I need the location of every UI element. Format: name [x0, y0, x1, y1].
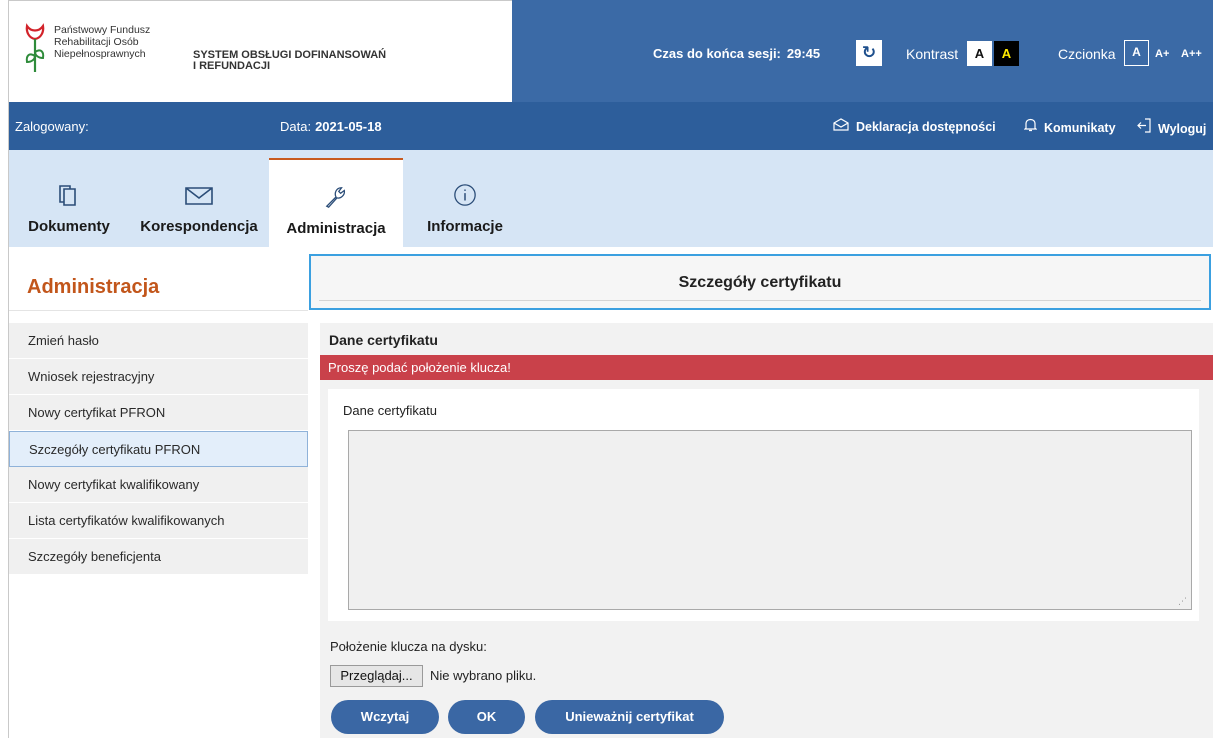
- sidebar-item-pfron-certificate-details[interactable]: Szczegóły certyfikatu PFRON: [9, 431, 308, 467]
- resize-grip-icon[interactable]: ⋰: [1178, 596, 1187, 607]
- refresh-icon: ↻: [861, 43, 877, 62]
- envelope-icon: [185, 187, 213, 205]
- sidebar-divider: [9, 310, 308, 311]
- bell-icon: [1024, 118, 1037, 132]
- page-title: Szczegóły certyfikatu: [678, 274, 842, 291]
- font-size-label: Czcionka: [1058, 46, 1116, 62]
- certificate-data-label: Dane certyfikatu: [343, 403, 437, 418]
- contrast-label: Kontrast: [906, 46, 959, 62]
- logout-link[interactable]: Wyloguj: [1137, 118, 1206, 136]
- current-date: Data: 2021-05-18: [280, 119, 382, 134]
- load-button[interactable]: Wczytaj: [331, 700, 439, 734]
- tab-label: Informacje: [427, 218, 503, 235]
- sidebar-item-change-password[interactable]: Zmień hasło: [9, 323, 308, 359]
- envelope-open-icon: [833, 118, 849, 131]
- tab-label: Korespondencja: [140, 218, 258, 235]
- sidebar-item-registration-request[interactable]: Wniosek rejestracyjny: [9, 359, 308, 395]
- info-icon: [454, 184, 476, 206]
- logout-icon: [1137, 118, 1151, 133]
- messages-link[interactable]: Komunikaty: [1024, 118, 1116, 135]
- tab-informacje[interactable]: Informacje: [403, 158, 527, 247]
- accessibility-declaration-link[interactable]: Deklaracja dostępności: [833, 118, 996, 134]
- tab-administracja[interactable]: Administracja: [269, 158, 403, 247]
- contrast-normal-button[interactable]: A: [967, 41, 992, 66]
- tab-korespondencja[interactable]: Korespondencja: [129, 158, 269, 247]
- sidebar-title: Administracja: [27, 276, 160, 298]
- session-timer: Czas do końca sesji: 29:45: [653, 46, 821, 61]
- wrench-icon: [325, 187, 346, 208]
- tab-dokumenty[interactable]: Dokumenty: [9, 158, 129, 247]
- certificate-data-textarea[interactable]: [348, 430, 1192, 610]
- tab-label: Administracja: [286, 220, 386, 237]
- documents-icon: [59, 185, 76, 206]
- font-larger-button[interactable]: A+: [1155, 48, 1169, 60]
- tab-label: Dokumenty: [28, 218, 110, 235]
- revoke-certificate-button[interactable]: Unieważnij certyfikat: [535, 700, 724, 734]
- system-title: SYSTEM OBSŁUGI DOFINANSOWAŃ I REFUNDACJI: [193, 49, 387, 72]
- sidebar-item-new-qualified-certificate[interactable]: Nowy certyfikat kwalifikowany: [9, 467, 308, 503]
- contrast-high-button[interactable]: A: [994, 41, 1019, 66]
- section-title: Dane certyfikatu: [329, 332, 438, 348]
- header-divider: [319, 300, 1201, 301]
- font-normal-button[interactable]: A: [1124, 40, 1149, 66]
- pfron-name: Państwowy Fundusz Rehabilitacji Osób Nie…: [54, 24, 151, 60]
- main-tabs: Dokumenty Korespondencja Administracja I…: [9, 150, 1213, 247]
- browse-file-button[interactable]: Przeglądaj...: [330, 665, 423, 687]
- pfron-logo-icon: [25, 23, 45, 72]
- key-location-label: Położenie klucza na dysku:: [330, 639, 487, 654]
- font-largest-button[interactable]: A++: [1181, 48, 1202, 60]
- error-alert: Proszę podać położenie klucza!: [320, 355, 1213, 380]
- no-file-status: Nie wybrano pliku.: [430, 668, 537, 683]
- refresh-session-button[interactable]: ↻: [856, 40, 882, 66]
- sidebar-item-beneficiary-details[interactable]: Szczegóły beneficjenta: [9, 539, 308, 575]
- sidebar-menu: Zmień hasło Wniosek rejestracyjny Nowy c…: [9, 323, 308, 575]
- user-bar: Zalogowany: Data: 2021-05-18 Deklaracja d…: [9, 102, 1213, 150]
- logged-user-label: Zalogowany:: [15, 119, 89, 134]
- ok-button[interactable]: OK: [448, 700, 525, 734]
- sidebar-item-qualified-certificates-list[interactable]: Lista certyfikatów kwalifikowanych: [9, 503, 308, 539]
- page-header: Szczegóły certyfikatu: [309, 254, 1211, 310]
- sidebar-item-new-pfron-certificate[interactable]: Nowy certyfikat PFRON: [9, 395, 308, 431]
